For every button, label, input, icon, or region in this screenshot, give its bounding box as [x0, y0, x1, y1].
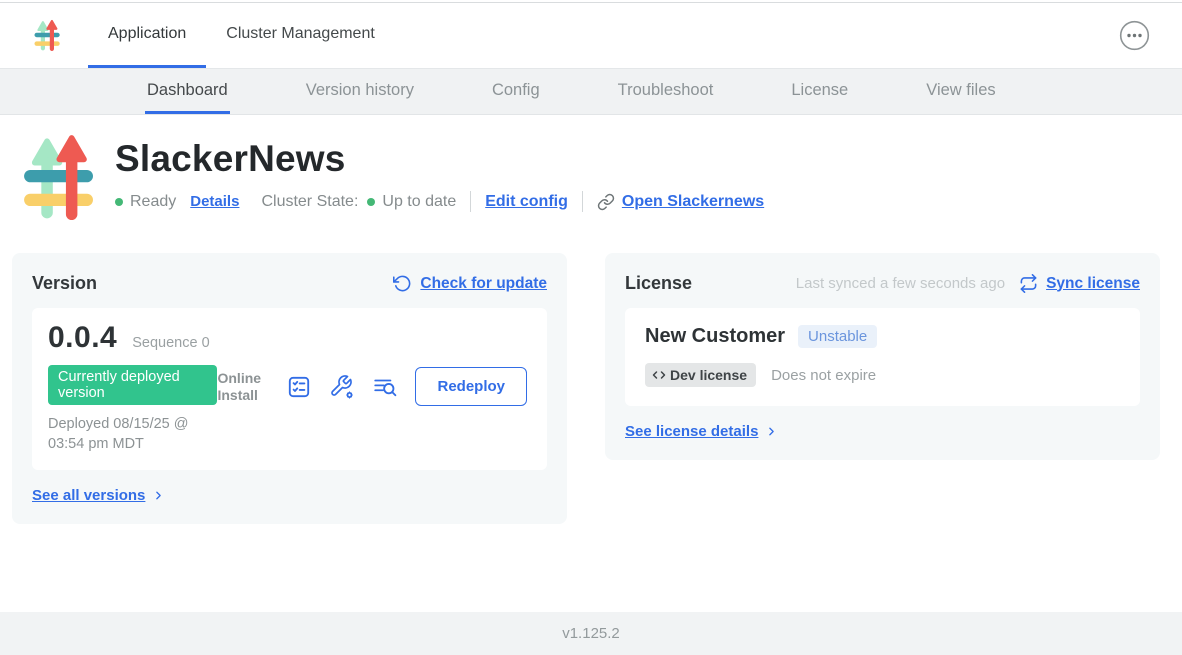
tab-troubleshoot[interactable]: Troubleshoot: [616, 69, 716, 114]
version-card: Version Check for update 0.0.4 Sequence …: [12, 253, 567, 524]
tab-license[interactable]: License: [789, 69, 850, 114]
tab-config[interactable]: Config: [490, 69, 542, 114]
tab-view-files-label: View files: [926, 81, 995, 100]
tab-cluster-management[interactable]: Cluster Management: [206, 3, 395, 68]
sequence-label: Sequence 0: [132, 335, 209, 351]
last-synced-label: Last synced a few seconds ago: [796, 275, 1005, 292]
channel-badge: Unstable: [798, 325, 877, 348]
link-icon: [597, 193, 615, 211]
license-expiry: Does not expire: [771, 367, 876, 384]
license-card: License Last synced a few seconds ago Sy…: [605, 253, 1160, 460]
current-version-box: 0.0.4 Sequence 0 Currently deployed vers…: [32, 308, 547, 470]
tab-dashboard[interactable]: Dashboard: [145, 69, 230, 114]
check-update-link[interactable]: Check for update: [420, 275, 547, 293]
divider: [582, 191, 583, 212]
code-icon: [652, 369, 666, 381]
see-license-details-link[interactable]: See license details: [625, 423, 758, 440]
tab-config-label: Config: [492, 81, 540, 100]
tab-license-label: License: [791, 81, 848, 100]
app-status-dot: [115, 198, 123, 206]
cluster-state-label: Cluster State:: [261, 193, 358, 211]
config-wrench-icon[interactable]: [329, 374, 355, 400]
chevron-right-icon: [765, 425, 778, 438]
app-status-label: Ready: [130, 193, 176, 211]
open-app-link[interactable]: Open Slackernews: [622, 193, 764, 211]
dashboard-cards: Version Check for update 0.0.4 Sequence …: [0, 225, 1182, 524]
install-type-label: Online Install: [217, 370, 269, 402]
tab-view-files[interactable]: View files: [924, 69, 997, 114]
version-actions: Online Install: [217, 367, 531, 406]
app-logo-icon: [20, 133, 102, 225]
slackernews-logo-icon: [33, 19, 63, 53]
license-type-badge: Dev license: [645, 363, 756, 387]
license-details-box: New Customer Unstable Dev license Does n…: [625, 308, 1140, 406]
tab-version-history-label: Version history: [306, 81, 414, 100]
edit-config-link[interactable]: Edit config: [485, 193, 568, 211]
top-navbar: Application Cluster Management: [0, 3, 1182, 69]
tab-version-history[interactable]: Version history: [304, 69, 416, 114]
see-license-details-group[interactable]: See license details: [625, 423, 1140, 440]
footer: v1.125.2: [0, 612, 1182, 655]
main-content: SlackerNews Ready Details Cluster State:…: [0, 115, 1182, 612]
refresh-icon: [393, 274, 412, 293]
open-app-link-group[interactable]: Open Slackernews: [597, 193, 764, 211]
page-title: SlackerNews: [115, 138, 764, 180]
version-number: 0.0.4: [48, 321, 117, 355]
divider: [470, 191, 471, 212]
cluster-state-dot: [367, 198, 375, 206]
view-logs-icon[interactable]: [372, 374, 398, 400]
see-all-versions-link[interactable]: See all versions: [32, 487, 145, 504]
tab-cluster-management-label: Cluster Management: [226, 25, 375, 43]
check-update-group[interactable]: Check for update: [393, 274, 547, 293]
tab-application-label: Application: [108, 25, 186, 43]
deployed-timestamp: Deployed 08/15/25 @ 03:54 pm MDT: [48, 415, 217, 454]
see-all-versions-group[interactable]: See all versions: [32, 487, 547, 504]
license-card-title: License: [625, 273, 692, 294]
ellipsis-icon: [1119, 20, 1150, 51]
sync-icon: [1019, 274, 1038, 293]
deployed-badge: Currently deployed version: [48, 365, 217, 405]
tab-dashboard-label: Dashboard: [147, 81, 228, 100]
status-row: Ready Details Cluster State: Up to date …: [115, 191, 764, 212]
topnav-right: [1119, 3, 1182, 68]
license-type-label: Dev license: [670, 367, 747, 383]
tab-application[interactable]: Application: [88, 3, 206, 68]
page: Application Cluster Management Dashboard…: [0, 0, 1182, 655]
brand-logo: [33, 3, 63, 68]
redeploy-button[interactable]: Redeploy: [415, 367, 527, 406]
overflow-menu-button[interactable]: [1119, 20, 1150, 51]
app-subnav: Dashboard Version history Config Trouble…: [0, 69, 1182, 115]
chevron-right-icon: [152, 489, 165, 502]
version-card-title: Version: [32, 273, 97, 294]
app-header: SlackerNews Ready Details Cluster State:…: [20, 133, 1182, 225]
customer-name: New Customer: [645, 325, 785, 348]
console-version: v1.125.2: [562, 625, 620, 642]
sync-license-link[interactable]: Sync license: [1046, 275, 1140, 293]
cluster-state-value: Up to date: [382, 193, 456, 211]
topnav-tabs: Application Cluster Management: [88, 3, 395, 68]
deploy-info: Currently deployed version Deployed 08/1…: [48, 365, 217, 454]
details-link[interactable]: Details: [190, 193, 239, 210]
preflight-checks-icon[interactable]: [286, 374, 312, 400]
tab-troubleshoot-label: Troubleshoot: [618, 81, 714, 100]
